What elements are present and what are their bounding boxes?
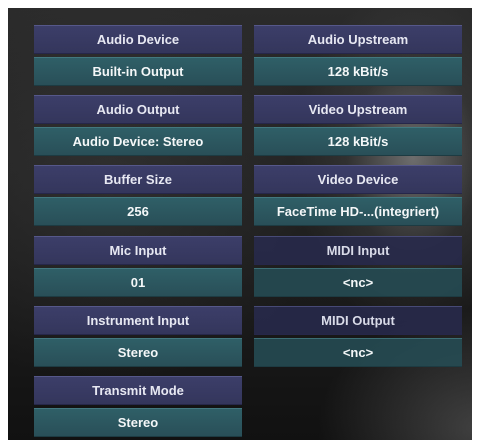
video-upstream-value[interactable]: 128 kBit/s	[254, 127, 462, 156]
instrument-input-value[interactable]: Stereo	[34, 338, 242, 367]
video-device-label: Video Device	[254, 165, 462, 194]
mic-input-value[interactable]: 01	[34, 268, 242, 297]
video-upstream-label: Video Upstream	[254, 95, 462, 124]
audio-output-value[interactable]: Audio Device: Stereo	[34, 127, 242, 156]
midi-input-value[interactable]: <nc>	[254, 268, 462, 297]
audio-upstream-label: Audio Upstream	[254, 25, 462, 54]
settings-panel: Audio Device Built-in Output Audio Outpu…	[8, 8, 472, 440]
transmit-mode-value[interactable]: Stereo	[34, 408, 242, 437]
audio-device-label: Audio Device	[34, 25, 242, 54]
audio-output-label: Audio Output	[34, 95, 242, 124]
midi-input-label: MIDI Input	[254, 236, 462, 265]
midi-output-label: MIDI Output	[254, 306, 462, 335]
buffer-size-value[interactable]: 256	[34, 197, 242, 226]
buffer-size-label: Buffer Size	[34, 165, 242, 194]
video-device-value[interactable]: FaceTime HD-...(integriert)	[254, 197, 462, 226]
audio-device-value[interactable]: Built-in Output	[34, 57, 242, 86]
midi-output-value[interactable]: <nc>	[254, 338, 462, 367]
mic-input-label: Mic Input	[34, 236, 242, 265]
audio-upstream-value[interactable]: 128 kBit/s	[254, 57, 462, 86]
transmit-mode-label: Transmit Mode	[34, 376, 242, 405]
instrument-input-label: Instrument Input	[34, 306, 242, 335]
